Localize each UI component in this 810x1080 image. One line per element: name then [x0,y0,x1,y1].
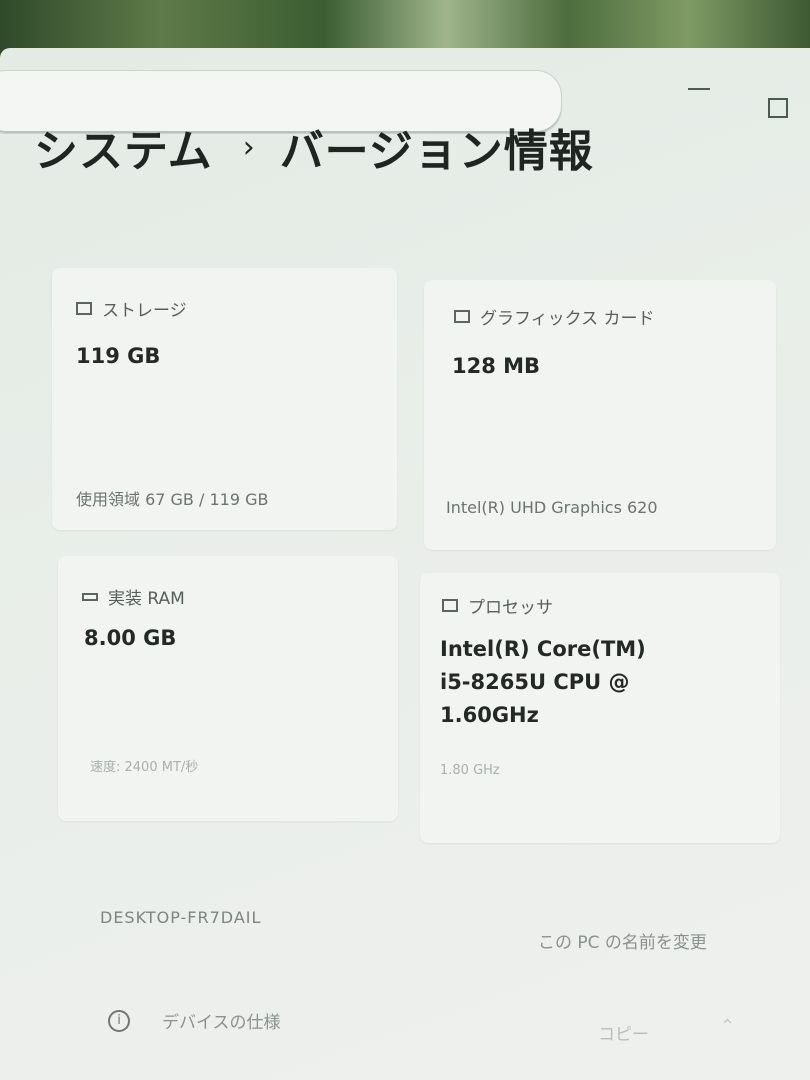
ram-speed-detail: 速度: 2400 MT/秒 [90,760,199,775]
graphics-label: グラフィックス カード [480,309,655,329]
processor-line-3: 1.60GHz [440,703,539,727]
chevron-up-icon[interactable]: ⌃ [720,1016,735,1037]
breadcrumb-parent[interactable]: システム [34,115,213,179]
ram-label: 実装 RAM [108,589,185,609]
info-icon: i [108,1009,130,1032]
device-specs-row[interactable]: i デバイスの仕様 [108,1008,281,1033]
graphics-card: グラフィックス カード 128 MB Intel(R) UHD Graphics… [424,280,776,550]
storage-label: ストレージ [102,301,187,321]
storage-card: ストレージ 119 GB 使用領域 67 GB / 119 GB [52,268,397,530]
ram-value: 8.00 GB [84,626,177,650]
device-name: DESKTOP-FR7DAIL [100,908,262,927]
graphics-value: 128 MB [452,354,541,378]
device-specs-label: デバイスの仕様 [162,1013,281,1033]
maximize-button[interactable] [768,98,788,118]
processor-line-2: i5-8265U CPU @ [440,670,630,694]
storage-icon [76,302,92,315]
device-model [100,934,104,948]
storage-detail: 使用領域 67 GB / 119 GB [76,490,269,509]
display-icon [454,310,470,323]
chevron-right-icon: › [242,129,256,165]
graphics-detail: Intel(R) UHD Graphics 620 [446,498,658,517]
processor-value: Intel(R) Core(TM) i5-8265U CPU @ 1.60GHz [440,633,646,732]
processor-icon [442,599,458,612]
processor-label: プロセッサ [468,598,553,618]
processor-line-1: Intel(R) Core(TM) [440,637,646,661]
page-title: バージョン情報 [279,126,594,177]
rename-pc-link[interactable]: この PC の名前を変更 [538,928,707,953]
storage-value: 119 GB [76,344,161,368]
memory-icon [82,592,98,601]
ram-card: 実装 RAM 8.00 GB 速度: 2400 MT/秒 [58,556,398,821]
breadcrumb: システム › バージョン情報 [34,115,594,179]
settings-window: システム › バージョン情報 ストレージ 119 GB 使用領域 67 GB /… [0,48,810,1080]
processor-speed-detail: 1.80 GHz [440,763,500,778]
minimize-button[interactable] [688,88,710,90]
copy-button[interactable]: コピー [598,1020,649,1045]
processor-card: プロセッサ Intel(R) Core(TM) i5-8265U CPU @ 1… [420,573,780,843]
